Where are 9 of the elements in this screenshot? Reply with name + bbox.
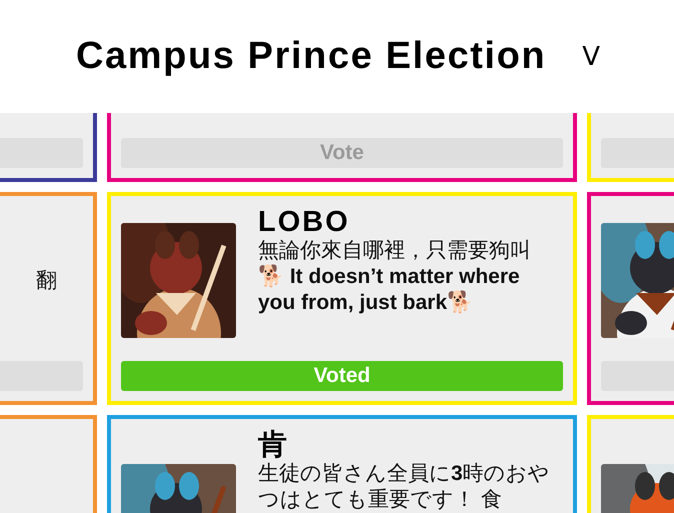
candidate-name: LOBO xyxy=(258,206,351,238)
dropdown-toggle[interactable]: V xyxy=(582,42,600,72)
page-title: Campus Prince Election xyxy=(76,35,546,78)
candidate-description: 無論你來自哪裡，只需要狗叫 🐕 It doesn’t matter where you from, just bark🐕 xyxy=(258,238,532,316)
candidate-name: 肯 xyxy=(258,429,290,461)
vote-button[interactable]: Vote xyxy=(121,138,563,168)
vote-button[interactable]: Voted xyxy=(121,361,563,391)
candidate-description: 翻 xyxy=(36,268,57,294)
candidate-description: 生徒の皆さん全員に3時のおやつはとても重要です！ 食 xyxy=(258,461,550,513)
